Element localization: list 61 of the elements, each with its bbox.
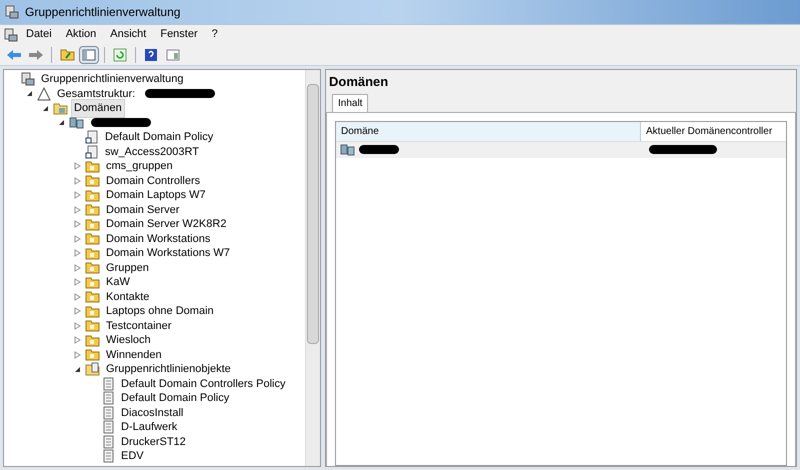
console-icon [5,5,19,19]
expand-arrow-icon[interactable] [74,350,80,359]
console-icon [4,28,18,42]
folder-icon [85,334,100,347]
tree-item[interactable]: Domänen [71,99,125,118]
expand-arrow-icon[interactable] [74,234,80,243]
scrollbar-thumb[interactable] [307,84,319,344]
expand-arrow-icon[interactable] [74,322,80,330]
document-icon [101,406,115,420]
computers-icon [340,142,355,156]
triangle-icon [37,86,51,101]
folder-icon [53,101,68,116]
folder-icon [85,348,100,362]
menu-item[interactable]: Aktion [60,26,102,43]
folder-icon [85,261,100,274]
collapse-arrow-icon[interactable] [26,90,32,98]
document-icon [101,420,115,434]
folder-icon [85,232,100,246]
folder-icon [85,246,100,260]
folder-icon [85,160,100,173]
expand-arrow-icon[interactable] [74,206,80,214]
expand-arrow-icon[interactable] [74,162,80,170]
folder-icon [85,276,100,289]
document-icon [85,144,99,159]
menu-item[interactable]: ? [206,26,224,43]
content-title: Domänen [328,73,390,91]
pane-icon[interactable] [79,46,99,64]
window-title: Gruppenrichtlinienverwaltung [25,4,180,21]
collapse-arrow-icon[interactable] [74,366,80,373]
menu-item[interactable]: Ansicht [104,26,152,43]
collapse-arrow-icon[interactable] [42,104,48,112]
document-icon [101,449,115,464]
document-icon [101,434,115,449]
folder-icon [85,304,100,318]
document-icon [101,376,115,391]
document-icon [101,391,115,406]
expand-arrow-icon[interactable] [74,292,80,301]
column-header[interactable]: Domäne [336,122,641,140]
collapse-arrow-icon[interactable] [58,119,64,126]
tab[interactable]: Inhalt [332,94,368,112]
computers-icon [69,116,84,130]
folder-icon [85,218,100,231]
menu-item[interactable]: Datei [20,26,58,43]
document-icon [85,130,99,144]
column-header[interactable]: Aktueller Domänencontroller [641,122,786,140]
folder-icon [85,188,100,202]
expand-arrow-icon[interactable] [74,307,80,316]
expand-arrow-icon[interactable] [74,264,80,272]
folder-icon [85,290,100,304]
expand-arrow-icon[interactable] [74,176,80,185]
folder-icon [85,362,100,376]
folder-icon [85,319,100,332]
expand-arrow-icon[interactable] [74,278,80,286]
expand-arrow-icon[interactable] [74,220,80,228]
menu-item[interactable]: Fenster [154,26,204,43]
expand-arrow-icon[interactable] [74,249,80,258]
folder-icon [85,174,100,188]
folder-icon [85,203,100,216]
expand-arrow-icon[interactable] [74,336,80,344]
console-icon [21,72,35,86]
expand-arrow-icon[interactable] [74,191,80,200]
